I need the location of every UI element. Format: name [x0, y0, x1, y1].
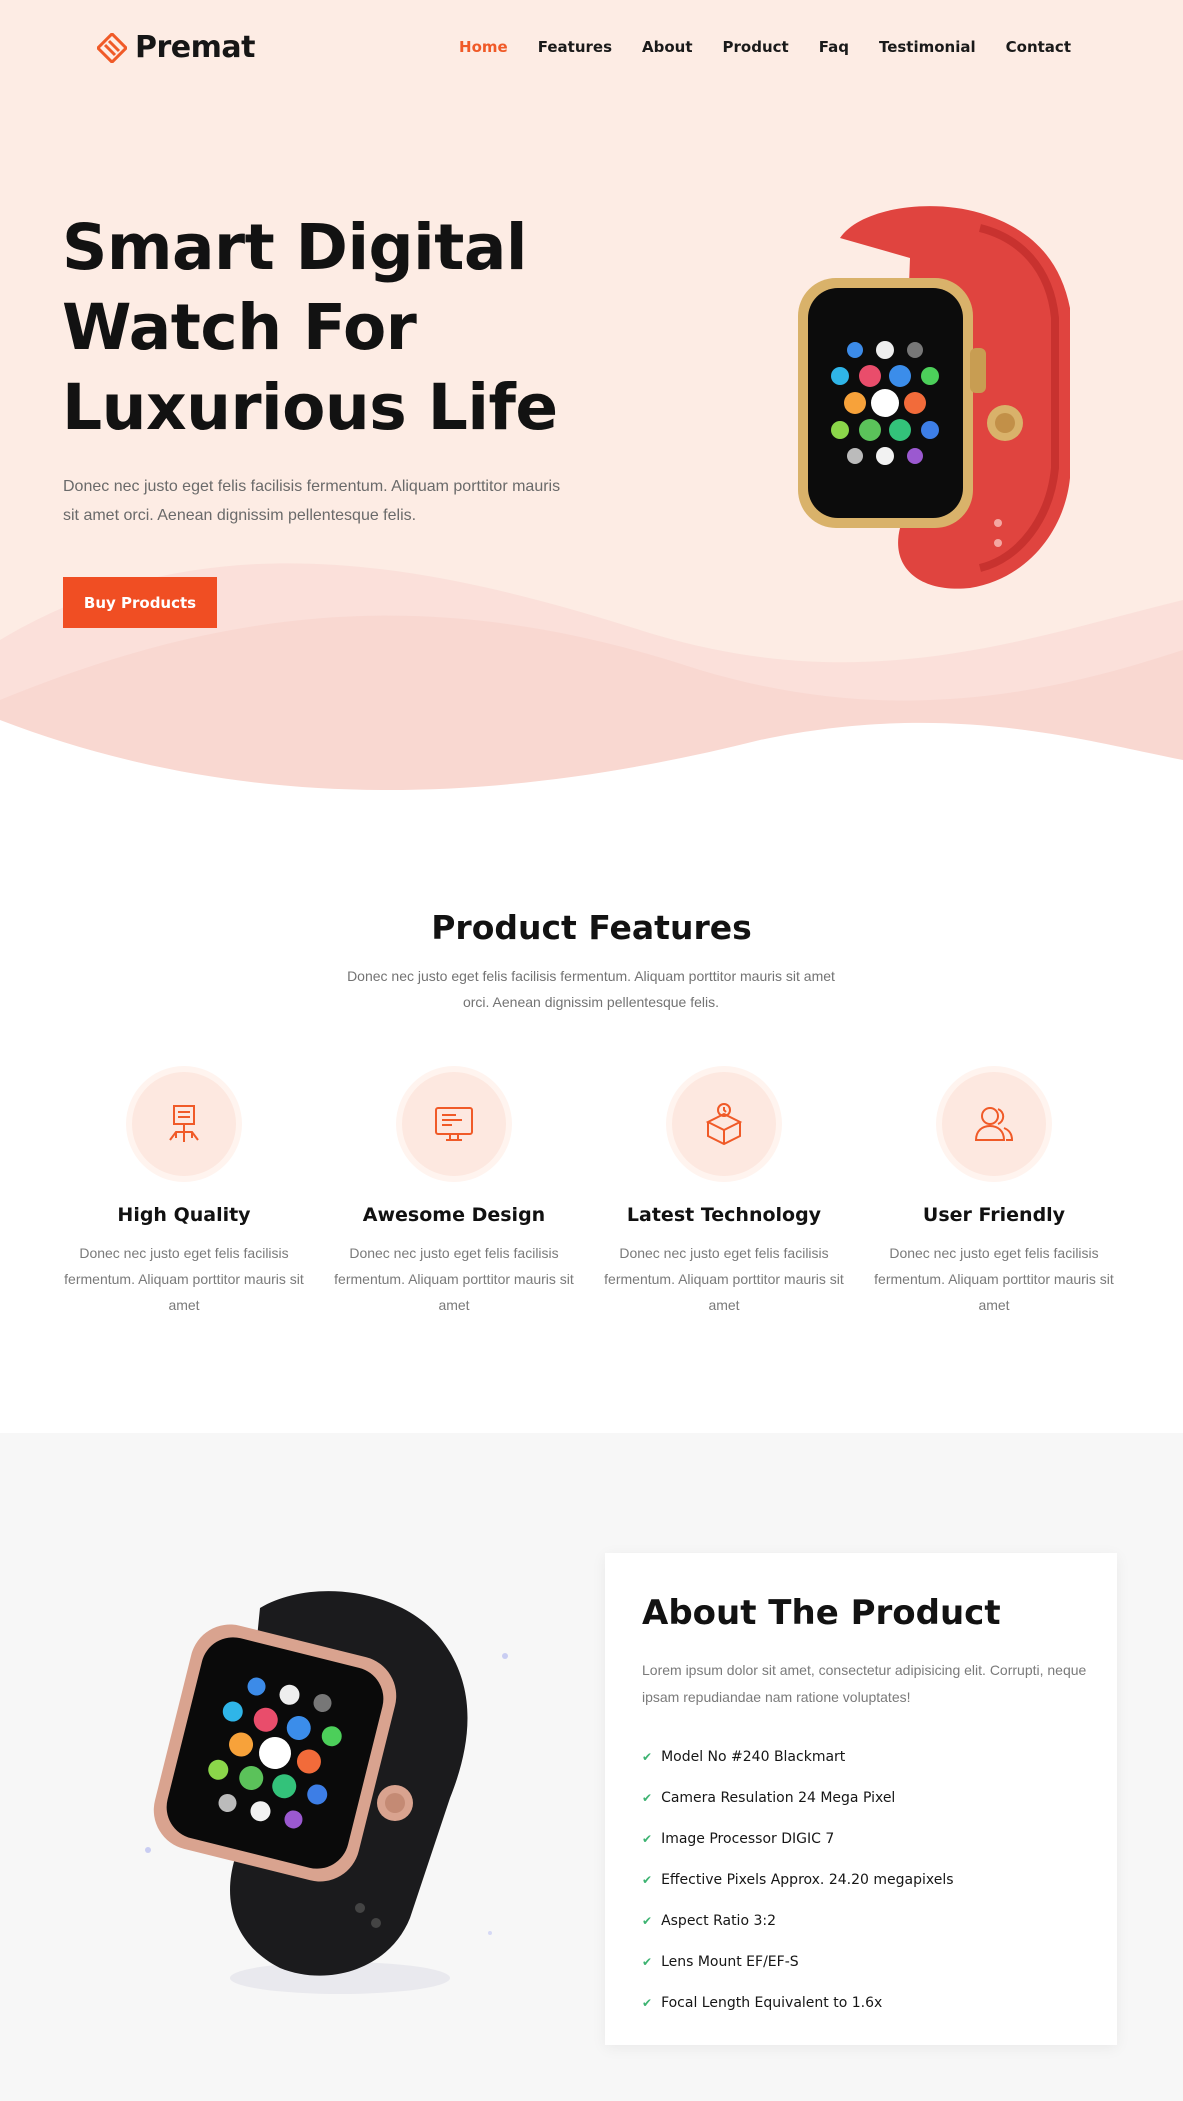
users-icon [942, 1072, 1046, 1176]
spec-item: ✔ Aspect Ratio 3:2 [642, 1900, 954, 1941]
feature-card: User Friendly Donec nec justo eget felis… [874, 1072, 1114, 1318]
feature-title: Awesome Design [362, 1204, 546, 1226]
hero-title-line: Luxurious Life [62, 371, 558, 444]
spec-item: ✔ Model No #240 Blackmart [642, 1736, 954, 1777]
spec-text: Aspect Ratio 3:2 [661, 1912, 776, 1929]
nav-faq[interactable]: Faq [819, 38, 849, 56]
hero-title: Smart Digital Watch For Luxurious Life [62, 208, 582, 448]
spec-item: ✔ Camera Resulation 24 Mega Pixel [642, 1777, 954, 1818]
check-icon: ✔ [642, 1913, 653, 1928]
about-title: About The Product [642, 1593, 1001, 1633]
feature-card: High Quality Donec nec justo eget felis … [64, 1072, 304, 1318]
hero-title-line: Smart Digital [62, 211, 527, 284]
main-menu: Home Features About Product Faq Testimon… [459, 38, 1071, 56]
spec-text: Model No #240 Blackmart [661, 1748, 846, 1765]
about-card: About The Product Lorem ipsum dolor sit … [605, 1553, 1117, 2045]
feature-text: Donec nec justo eget felis facilisis fer… [874, 1245, 1114, 1313]
top-navigation: Premat Home Features About Product Faq T… [0, 0, 1183, 100]
spec-list: ✔ Model No #240 Blackmart ✔ Camera Resulat… [642, 1736, 954, 2023]
check-icon: ✔ [642, 1831, 653, 1846]
features-title: Product Features [431, 908, 752, 947]
nav-product[interactable]: Product [723, 38, 789, 56]
feature-text: Donec nec justo eget felis facilisis fer… [604, 1245, 844, 1313]
box-icon [672, 1072, 776, 1176]
brand-name: Premat [135, 30, 255, 65]
check-icon: ✔ [642, 1872, 653, 1887]
spec-item: ✔ Lens Mount EF/EF-S [642, 1941, 954, 1982]
red-smartwatch-image [798, 206, 1070, 589]
spec-text: Lens Mount EF/EF-S [661, 1953, 799, 1970]
spec-item: ✔ Image Processor DIGIC 7 [642, 1818, 954, 1859]
check-icon: ✔ [642, 1995, 653, 2010]
nav-home[interactable]: Home [459, 38, 508, 56]
spec-text: Image Processor DIGIC 7 [661, 1830, 835, 1847]
spec-item: ✔ Effective Pixels Approx. 24.20 megapixe… [642, 1859, 954, 1900]
logo-icon [97, 32, 127, 63]
hero-section: Premat Home Features About Product Faq T… [0, 0, 1183, 800]
spec-text: Camera Resulation 24 Mega Pixel [661, 1789, 896, 1806]
hero-description: Donec nec justo eget felis facilisis fer… [63, 478, 561, 524]
feature-card: Latest Technology Donec nec justo eget f… [604, 1072, 844, 1318]
black-smartwatch-image [145, 1591, 508, 1994]
check-icon: ✔ [642, 1749, 653, 1764]
nav-testimonial[interactable]: Testimonial [879, 38, 976, 56]
spec-text: Focal Length Equivalent to 1.6x [661, 1994, 883, 2011]
spec-item: ✔ Focal Length Equivalent to 1.6x [642, 1982, 954, 2023]
feature-title: Latest Technology [626, 1204, 822, 1226]
feature-text: Donec nec justo eget felis facilisis fer… [334, 1245, 574, 1313]
about-section: About The Product Lorem ipsum dolor sit … [0, 1433, 1183, 2101]
feature-title: High Quality [117, 1204, 251, 1226]
check-icon: ✔ [642, 1790, 653, 1805]
quality-icon [132, 1072, 236, 1176]
nav-features[interactable]: Features [538, 38, 612, 56]
brand-logo[interactable]: Premat [97, 30, 255, 65]
buy-products-button[interactable]: Buy Products [63, 577, 217, 628]
features-grid: High Quality Donec nec justo eget felis … [0, 1072, 1183, 1332]
nav-about[interactable]: About [642, 38, 693, 56]
spec-text: Effective Pixels Approx. 24.20 megapixel… [661, 1871, 954, 1888]
monitor-icon [402, 1072, 506, 1176]
about-description: Lorem ipsum dolor sit amet, consectetur … [642, 1662, 1087, 1705]
features-description: Donec nec justo eget felis facilisis fer… [347, 968, 835, 1010]
feature-title: User Friendly [922, 1204, 1066, 1226]
feature-card: Awesome Design Donec nec justo eget feli… [334, 1072, 574, 1318]
hero-title-line: Watch For [62, 291, 417, 364]
nav-contact[interactable]: Contact [1006, 38, 1071, 56]
feature-text: Donec nec justo eget felis facilisis fer… [64, 1245, 304, 1313]
check-icon: ✔ [642, 1954, 653, 1969]
